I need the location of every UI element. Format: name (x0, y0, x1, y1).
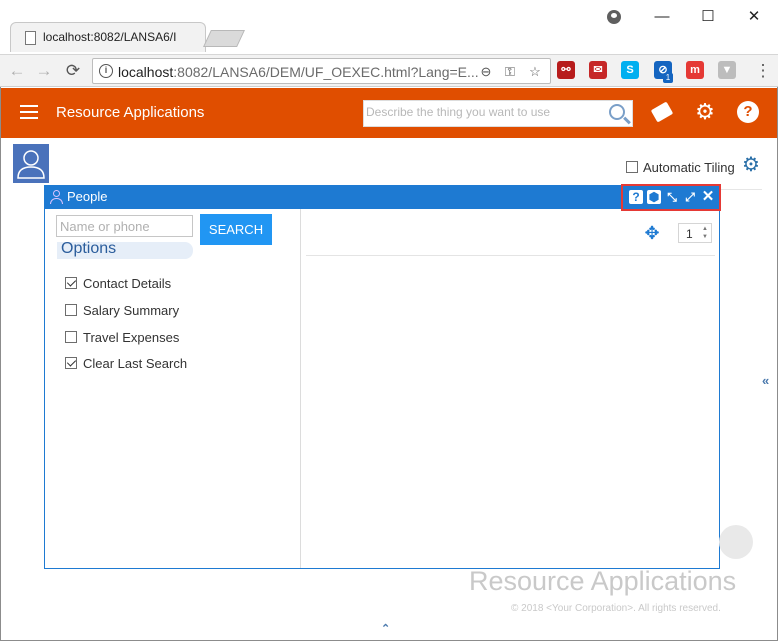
option-checkbox[interactable] (65, 357, 77, 369)
tab-title: localhost:8082/LANSA6/I (43, 30, 177, 44)
option-label: Travel Expenses (83, 329, 180, 345)
eraser-icon[interactable] (650, 101, 674, 123)
option-checkbox[interactable] (65, 331, 77, 343)
mail-extension-icon[interactable]: ✉ (589, 61, 607, 79)
search-icon[interactable] (609, 104, 625, 120)
people-window: People ? ⬢ ⤡ ⤢ ✕ SEARCH Options Contact … (44, 184, 721, 569)
app-title: Resource Applications (56, 104, 205, 121)
page-favicon-icon (25, 31, 36, 45)
automatic-tiling-label: Automatic Tiling (643, 159, 735, 175)
person-icon (50, 190, 63, 204)
browser-toolbar: ← → ⟳ i localhost:8082/LANSA6/DEM/UF_OEX… (0, 55, 778, 87)
browser-menu-icon[interactable]: ⋮ (752, 59, 774, 83)
option-clear-last-search[interactable]: Clear Last Search (65, 355, 187, 371)
option-contact-details[interactable]: Contact Details (65, 275, 171, 291)
new-tab-button[interactable] (203, 30, 245, 47)
url-host: localhost (118, 64, 174, 80)
window-collapse-icon[interactable]: ⤡ (665, 190, 679, 204)
up-collapse-icon[interactable]: ⌃ (381, 622, 390, 635)
copyright-text: © 2018 <Your Corporation>. All rights re… (511, 603, 721, 614)
zoom-icon[interactable]: ⊖ (477, 62, 495, 82)
help-icon[interactable]: ? (737, 101, 759, 123)
filter-extension-icon[interactable]: ▼ (718, 61, 736, 79)
extension-badge: 1 (663, 73, 673, 83)
option-label: Contact Details (83, 275, 172, 291)
reload-button[interactable]: ⟳ (62, 59, 84, 83)
settings-gear-icon[interactable]: ⚙ (694, 101, 716, 123)
key-icon[interactable]: ⚿ (501, 62, 519, 82)
window-help-icon[interactable]: ? (629, 190, 643, 204)
divider (306, 255, 715, 256)
url-text[interactable]: localhost:8082/LANSA6/DEM/UF_OEXEC.html?… (118, 64, 479, 80)
automatic-tiling-toggle[interactable]: Automatic Tiling (626, 159, 735, 175)
option-label: Clear Last Search (83, 355, 188, 371)
minimize-button[interactable]: — (647, 6, 677, 28)
user-icon (17, 150, 45, 179)
people-left-pane: SEARCH Options Contact Details Salary Sum… (45, 209, 301, 568)
spinner-up-icon[interactable]: ▲ (702, 226, 708, 232)
app-header: Resource Applications ⚙ ? (1, 88, 777, 138)
option-salary-summary[interactable]: Salary Summary (65, 302, 179, 318)
spinner-down-icon[interactable]: ▼ (702, 234, 708, 240)
page-spinner-value: 1 (686, 227, 693, 241)
browser-titlebar: localhost:8082/LANSA6/I — ☐ ✕ (0, 0, 778, 55)
option-travel-expenses[interactable]: Travel Expenses (65, 329, 179, 345)
automatic-tiling-checkbox[interactable] (626, 161, 638, 173)
window-close-icon[interactable]: ✕ (701, 189, 715, 204)
option-label: Salary Summary (83, 302, 180, 318)
account-icon[interactable] (607, 10, 621, 24)
search-button[interactable]: SEARCH (200, 214, 272, 245)
app-search-input[interactable] (366, 105, 598, 119)
back-button[interactable]: ← (6, 59, 28, 83)
user-avatar[interactable] (13, 144, 49, 183)
close-window-button[interactable]: ✕ (739, 6, 769, 28)
window-pin-icon[interactable]: ⬢ (647, 190, 661, 204)
browser-tab[interactable]: localhost:8082/LANSA6/I (10, 22, 206, 52)
name-or-phone-input[interactable] (56, 215, 193, 237)
people-right-pane: ✥ 1 ▲ ▼ (302, 209, 719, 568)
maximize-button[interactable]: ☐ (693, 6, 723, 28)
app-search[interactable] (363, 100, 633, 127)
people-window-title: People (67, 189, 108, 204)
options-heading-label: Options (61, 240, 117, 257)
tiling-settings-gear-icon[interactable]: ⚙ (741, 155, 761, 175)
side-collapse-icon[interactable]: « (762, 373, 769, 388)
option-checkbox[interactable] (65, 304, 77, 316)
skype-extension-icon[interactable]: S (621, 61, 639, 79)
pdf-extension-icon[interactable]: ⚯ (557, 61, 575, 79)
people-window-titlebar[interactable]: People (45, 186, 719, 209)
options-heading: Options (57, 240, 193, 259)
url-path: :8082/LANSA6/DEM/UF_OEXEC.html?Lang=E... (173, 64, 479, 80)
forward-button[interactable]: → (33, 59, 55, 83)
option-checkbox[interactable] (65, 277, 77, 289)
page-spinner[interactable]: 1 ▲ ▼ (678, 223, 712, 243)
info-icon[interactable]: i (99, 64, 113, 78)
footer-title: Resource Applications (469, 566, 737, 596)
hamburger-menu-icon[interactable] (20, 105, 38, 119)
window-tools-highlight: ? ⬢ ⤡ ⤢ ✕ (621, 184, 721, 211)
m-extension-icon[interactable]: m (686, 61, 704, 79)
window-expand-icon[interactable]: ⤢ (683, 190, 697, 204)
bookmark-star-icon[interactable]: ☆ (526, 62, 544, 82)
move-icon[interactable]: ✥ (642, 223, 662, 243)
address-bar[interactable]: i localhost:8082/LANSA6/DEM/UF_OEXEC.htm… (92, 58, 551, 84)
globe-icon (719, 525, 753, 559)
